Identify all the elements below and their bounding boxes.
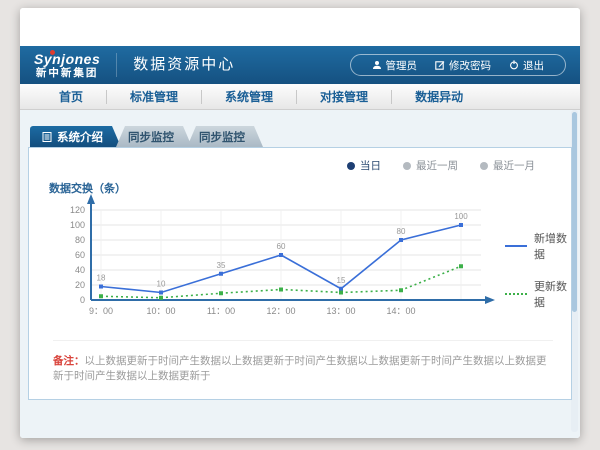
svg-text:120: 120 bbox=[70, 205, 85, 215]
radio-dot-icon bbox=[480, 162, 488, 170]
page-title: 数据资源中心 bbox=[116, 53, 235, 77]
svg-text:80: 80 bbox=[397, 227, 406, 236]
content-area: 系统介绍 同步监控 同步监控 当日 最近一周 bbox=[20, 110, 580, 438]
tab-label: 系统介绍 bbox=[57, 129, 103, 145]
svg-text:40: 40 bbox=[75, 265, 85, 275]
main-nav: 首页 标准管理 系统管理 对接管理 数据异动 bbox=[20, 84, 580, 110]
radio-dot-icon bbox=[403, 162, 411, 170]
user-bar: 管理员 修改密码 退出 bbox=[350, 54, 567, 76]
svg-text:13：00: 13：00 bbox=[326, 306, 355, 316]
svg-text:15: 15 bbox=[337, 276, 346, 285]
radio-dot-icon bbox=[347, 162, 355, 170]
logo-text: Synjones bbox=[34, 52, 100, 66]
radio-label: 最近一月 bbox=[493, 158, 535, 173]
nav-item-home[interactable]: 首页 bbox=[36, 89, 106, 105]
page-card: Synjones 新中新集团 数据资源中心 管理员 修改密码 退出 首页 标准管… bbox=[20, 8, 580, 438]
radio-today[interactable]: 当日 bbox=[347, 158, 381, 173]
tab-system-intro[interactable]: 系统介绍 bbox=[30, 126, 121, 147]
svg-text:12：00: 12：00 bbox=[266, 306, 295, 316]
legend-label: 更新数据 bbox=[534, 278, 571, 310]
radio-label: 当日 bbox=[360, 158, 381, 173]
change-password-button[interactable]: 修改密码 bbox=[426, 58, 500, 73]
radio-label: 最近一周 bbox=[416, 158, 458, 173]
nav-item-data-change[interactable]: 数据异动 bbox=[392, 89, 486, 105]
footnote: 备注：以上数据更新于时间产生数据以上数据更新于时间产生数据以上数据更新于时间产生… bbox=[53, 340, 553, 383]
svg-text:100: 100 bbox=[454, 212, 468, 221]
svg-text:20: 20 bbox=[75, 280, 85, 290]
tab-sync-monitor-2[interactable]: 同步监控 bbox=[187, 126, 263, 147]
svg-text:数据交换（条）: 数据交换（条） bbox=[49, 181, 126, 195]
svg-text:100: 100 bbox=[70, 220, 85, 230]
svg-text:9：00: 9：00 bbox=[89, 306, 113, 316]
current-user-button[interactable]: 管理员 bbox=[363, 58, 427, 73]
svg-text:60: 60 bbox=[277, 242, 286, 251]
svg-text:11：00: 11：00 bbox=[207, 306, 235, 316]
scrollbar-thumb[interactable] bbox=[572, 112, 577, 312]
tab-sync-monitor-1[interactable]: 同步监控 bbox=[116, 126, 192, 147]
svg-text:14：00: 14：00 bbox=[386, 306, 415, 316]
logout-label: 退出 bbox=[523, 58, 544, 73]
nav-item-standard-mgmt[interactable]: 标准管理 bbox=[107, 89, 201, 105]
svg-text:10：00: 10：00 bbox=[146, 306, 175, 316]
tab-strip: 系统介绍 同步监控 同步监控 bbox=[30, 126, 572, 147]
legend-label: 新增数据 bbox=[534, 230, 571, 262]
power-icon bbox=[509, 60, 519, 70]
logo-subtext: 新中新集团 bbox=[34, 68, 100, 79]
svg-text:10: 10 bbox=[157, 280, 166, 289]
svg-text:0: 0 bbox=[80, 295, 85, 305]
line-chart: 数据交换（条） 0 20 40 60 80 100 120 9：00 10：00 11：00 12：0… bbox=[41, 178, 499, 328]
solid-line-icon bbox=[505, 245, 527, 247]
chart-panel: 当日 最近一周 最近一月 数据交换（条） 0 20 40 60 80 100 120 9：00 1… bbox=[28, 147, 572, 400]
logo-red-dot-icon bbox=[50, 50, 55, 55]
vertical-scrollbar[interactable] bbox=[571, 110, 578, 432]
user-icon bbox=[372, 60, 382, 70]
footnote-prefix: 备注： bbox=[53, 355, 85, 367]
chart-legend: 新增数据 更新数据 bbox=[505, 230, 571, 310]
nav-item-interface-mgmt[interactable]: 对接管理 bbox=[297, 89, 391, 105]
time-range-filter: 当日 最近一周 最近一月 bbox=[347, 158, 535, 173]
header-bar: Synjones 新中新集团 数据资源中心 管理员 修改密码 退出 bbox=[20, 46, 580, 84]
logout-button[interactable]: 退出 bbox=[500, 58, 553, 73]
svg-text:80: 80 bbox=[75, 235, 85, 245]
legend-item-new-data[interactable]: 新增数据 bbox=[505, 230, 571, 262]
radio-last-month[interactable]: 最近一月 bbox=[480, 158, 535, 173]
document-icon bbox=[42, 132, 52, 142]
tab-label: 同步监控 bbox=[199, 129, 245, 145]
tab-label: 同步监控 bbox=[128, 129, 174, 145]
legend-item-updated-data[interactable]: 更新数据 bbox=[505, 278, 571, 310]
edit-icon bbox=[435, 60, 445, 70]
brand-logo: Synjones 新中新集团 bbox=[34, 52, 100, 79]
radio-last-week[interactable]: 最近一周 bbox=[403, 158, 458, 173]
svg-text:60: 60 bbox=[75, 250, 85, 260]
top-strip bbox=[20, 8, 580, 46]
svg-text:35: 35 bbox=[217, 261, 226, 270]
footnote-text: 以上数据更新于时间产生数据以上数据更新于时间产生数据以上数据更新于时间产生数据以… bbox=[53, 355, 547, 382]
change-password-label: 修改密码 bbox=[449, 58, 491, 73]
user-label: 管理员 bbox=[386, 58, 418, 73]
nav-item-system-mgmt[interactable]: 系统管理 bbox=[202, 89, 296, 105]
chart-row: 数据交换（条） 0 20 40 60 80 100 120 9：00 10：00 11：00 12：0… bbox=[29, 148, 571, 328]
svg-text:18: 18 bbox=[97, 274, 106, 283]
dotted-line-icon bbox=[505, 293, 527, 295]
